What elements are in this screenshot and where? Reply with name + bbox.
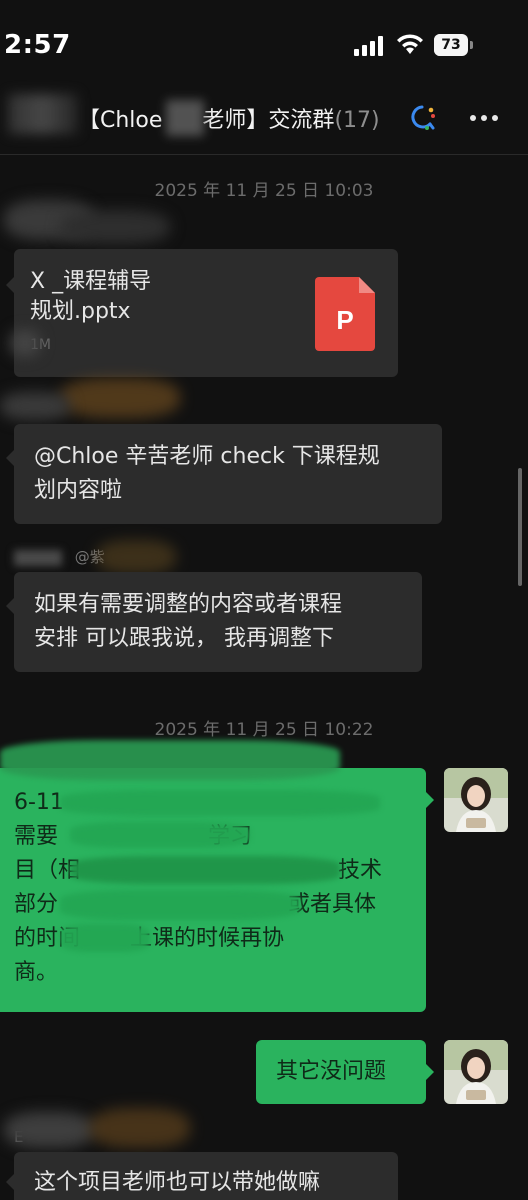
battery-body: 73 <box>434 34 468 56</box>
bubble-tail <box>6 598 14 614</box>
pptx-letter: P <box>336 305 353 335</box>
file-name: X _课程辅导 规划.pptx <box>30 267 280 327</box>
member-count: (17) <box>334 108 380 133</box>
scribble-redaction <box>70 856 340 884</box>
timestamp: 2025 年 11 月 25 日 10:22 <box>154 720 374 740</box>
chat-title[interactable]: 【Chloe 老师】交流群(17) <box>78 102 380 134</box>
message-text-line: 如果有需要调整的内容或者课程 <box>34 592 343 617</box>
bubble-tail <box>426 1064 434 1080</box>
my-message-bubble[interactable]: 其它没问题 <box>256 1040 434 1104</box>
wifi-icon <box>397 34 423 54</box>
battery-cap <box>470 41 473 49</box>
sender-redaction <box>60 378 180 418</box>
avatar-photo <box>444 1040 508 1104</box>
scribble-redaction <box>60 790 380 816</box>
bubble-tail <box>6 277 14 293</box>
message-bubble[interactable]: 如果有需要调整的内容或者课程 安排 可以跟我说， 我再调整下 <box>6 572 422 672</box>
scribble-redaction <box>60 890 300 920</box>
message-text-line: 划内容啦 <box>34 478 123 503</box>
message-text-line: 部分 <box>14 892 59 917</box>
message-bubble[interactable]: 这个项目老师也可以带她做嘛 <box>6 1152 398 1200</box>
sender-redaction <box>60 210 170 244</box>
message-text-line: 上课的时候再协 <box>130 926 285 951</box>
message-text-line: 技术 <box>338 858 383 883</box>
sender-name: @紫 <box>14 546 105 567</box>
bubble-tail <box>426 792 434 808</box>
scribble-redaction <box>0 740 340 780</box>
chat-title-right: 老师】交流群 <box>202 108 335 133</box>
title-redaction <box>166 100 204 136</box>
message-text-line: 商。 <box>14 960 59 985</box>
message-text-line: 或者具体 <box>288 892 377 917</box>
chat-header: 【Chloe 老师】交流群(17) <box>0 86 528 155</box>
sender-redaction <box>90 1108 190 1148</box>
bubble-tail <box>6 1174 14 1190</box>
more-options-icon[interactable] <box>466 104 502 132</box>
enterprise-group-icon <box>411 105 435 130</box>
sender-redaction <box>0 392 70 420</box>
battery-percent: 73 <box>441 37 461 53</box>
sender-redaction <box>96 540 176 574</box>
battery-indicator: 73 <box>434 34 474 56</box>
message-text-line: 其它没问题 <box>276 1059 387 1084</box>
bubble-tail <box>6 450 14 466</box>
my-avatar[interactable] <box>444 768 508 832</box>
timestamp: 2025 年 11 月 25 日 10:03 <box>154 181 374 201</box>
scribble-redaction <box>70 822 250 848</box>
scrollbar[interactable] <box>518 468 522 586</box>
file-name-line1: X _课程辅导 <box>30 269 152 294</box>
pptx-file-icon: P <box>315 277 375 351</box>
status-time: 2:57 <box>4 30 71 60</box>
status-bar: 2:57 73 <box>0 0 528 86</box>
message-text-line: @Chloe 辛苦老师 check 下课程规 <box>34 444 380 469</box>
message-text-line: 安排 可以跟我说， 我再调整下 <box>34 626 334 651</box>
message-text-line: 需要 <box>14 824 59 849</box>
file-size-redaction <box>10 330 40 356</box>
chat-title-left: 【Chloe <box>78 108 163 133</box>
chat-screen: 2:57 73 【Chloe 老师】交流群(17) 2025 年 11 月 25… <box>0 0 528 1200</box>
message-bubble[interactable]: @Chloe 辛苦老师 check 下课程规 划内容啦 <box>6 424 442 524</box>
file-message-card[interactable]: X _课程辅导 规划.pptx 1M P <box>6 249 398 377</box>
file-name-line2: 规划.pptx <box>30 299 131 324</box>
message-text-line: 这个项目老师也可以带她做嘛 <box>34 1170 321 1195</box>
message-text-line: 6-11 <box>14 790 64 815</box>
cellular-signal-icon <box>354 36 383 56</box>
scribble-redaction <box>60 924 150 952</box>
my-avatar[interactable] <box>444 1040 508 1104</box>
back-button[interactable] <box>8 94 78 134</box>
avatar-photo <box>444 768 508 832</box>
sender-redaction <box>4 1112 94 1148</box>
